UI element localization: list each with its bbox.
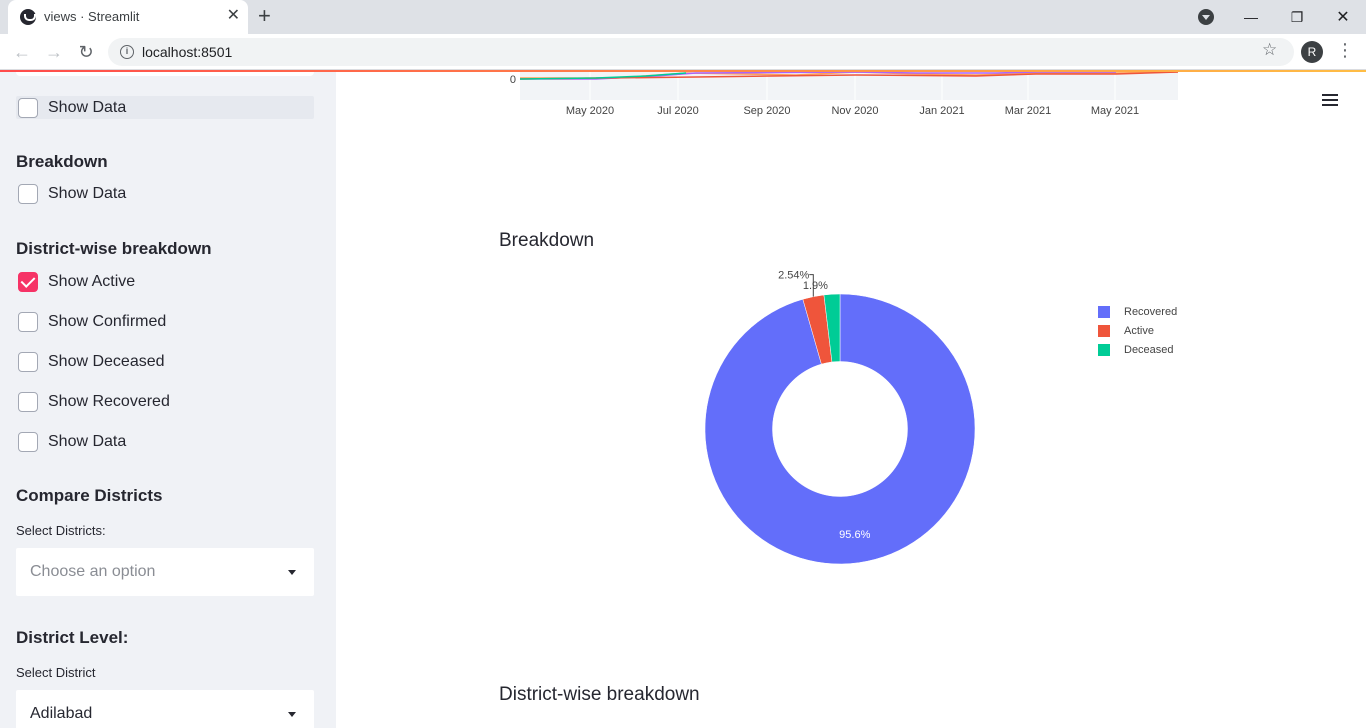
chevron-down-icon[interactable] <box>288 712 296 717</box>
checkbox-label: Show Recovered <box>48 393 170 410</box>
checkbox-box[interactable] <box>18 432 38 452</box>
browser-tab[interactable]: views · Streamlit ✕ <box>8 0 248 34</box>
select-district-label: Select District <box>16 665 96 680</box>
streamlit-favicon-icon <box>20 9 36 25</box>
site-info-icon[interactable]: i <box>120 45 134 59</box>
x-tick-label: Jan 2021 <box>919 105 964 117</box>
checkbox-show-data-top[interactable]: Show Data <box>16 96 314 119</box>
checkbox-box[interactable] <box>18 312 38 332</box>
browser-tab-strip: views · Streamlit ✕ + — ❐ ✕ <box>0 0 1366 34</box>
checkbox-label: Show Deceased <box>48 353 165 370</box>
legend-item-deceased[interactable]: Deceased <box>1098 340 1177 359</box>
checkbox-box[interactable] <box>18 352 38 372</box>
slice-label: 1.9% <box>803 280 828 292</box>
legend-label: Active <box>1124 324 1154 337</box>
x-tick-label: Nov 2020 <box>831 105 878 117</box>
plot-area <box>520 72 1178 100</box>
breakdown-title: Breakdown <box>499 230 595 251</box>
checkbox-label: Show Data <box>48 433 127 450</box>
reload-icon[interactable]: ↻ <box>74 40 98 64</box>
tab-title: views · Streamlit <box>44 9 140 24</box>
checkbox-checked-box[interactable] <box>18 272 38 292</box>
browser-toolbar: ← → ↻ i localhost:8501 <box>0 34 1366 70</box>
close-window-icon[interactable]: ✕ <box>1320 0 1366 34</box>
browser-menu-icon[interactable]: ⋮ <box>1336 40 1354 61</box>
checkbox-label: Show Active <box>48 273 136 290</box>
checkbox-box[interactable] <box>18 184 38 204</box>
select-placeholder: Choose an option <box>30 563 156 580</box>
sidebar-widget-edge <box>16 72 314 76</box>
chevron-down-icon[interactable] <box>288 570 296 575</box>
district-select[interactable]: Adilabad <box>16 690 314 728</box>
checkbox-show-recovered[interactable]: Show Recovered <box>16 390 170 414</box>
legend-swatch <box>1098 305 1110 318</box>
new-tab-icon[interactable]: + <box>258 5 271 27</box>
profile-avatar[interactable]: R <box>1301 41 1323 63</box>
checkbox-show-confirmed[interactable]: Show Confirmed <box>16 310 166 334</box>
legend-item-active[interactable]: Active <box>1098 321 1177 340</box>
checkbox-label: Show Confirmed <box>48 313 167 330</box>
checkbox-label: Show Data <box>48 185 127 202</box>
sidebar-heading-district-level: District Level: <box>16 628 129 647</box>
streamlit-app: Show Data Breakdown Show Data District-w… <box>0 70 1366 728</box>
sidebar-heading-breakdown: Breakdown <box>16 152 108 171</box>
url-text: localhost:8501 <box>142 44 233 60</box>
hamburger-menu-icon[interactable] <box>1322 94 1338 106</box>
legend-label: Recovered <box>1124 305 1178 318</box>
compare-districts-multiselect[interactable]: Choose an option <box>16 548 314 596</box>
x-tick-label: Sep 2020 <box>743 105 790 117</box>
y-tick-label: 0 <box>510 74 516 86</box>
select-value: Adilabad <box>30 705 93 722</box>
restore-icon[interactable]: ❐ <box>1274 0 1320 34</box>
x-axis-ticks: May 2020 Jul 2020 Sep 2020 Nov 2020 Jan 2021… <box>566 105 1139 117</box>
checkbox-box[interactable] <box>18 97 38 118</box>
checkbox-box[interactable] <box>18 392 38 412</box>
checkbox-breakdown-show-data[interactable]: Show Data <box>16 182 126 206</box>
x-tick-label: May 2020 <box>566 105 614 117</box>
minimize-icon[interactable]: — <box>1228 0 1274 34</box>
timeseries-chart: 0 May 2020 Jul 2020 Sep 2020 Nov 2020 Jan 20… <box>510 72 1179 117</box>
checkbox-label: Show Data <box>48 98 127 116</box>
checkbox-show-deceased[interactable]: Show Deceased <box>16 350 165 374</box>
main-content: 0 May 2020 Jul 2020 Sep 2020 Nov 2020 Jan 20… <box>336 72 1366 728</box>
tab-search-icon[interactable] <box>1198 9 1214 25</box>
bookmark-star-icon[interactable]: ☆ <box>1262 40 1277 60</box>
x-tick-label: Jul 2020 <box>657 105 699 117</box>
breakdown-donut-chart: 95.6%2.54%1.9% <box>704 270 976 565</box>
legend-label: Deceased <box>1124 343 1174 356</box>
back-icon[interactable]: ← <box>10 40 34 64</box>
legend-swatch <box>1098 343 1110 356</box>
slice-label: 95.6% <box>839 529 870 541</box>
sidebar-heading-district-wise: District-wise breakdown <box>16 239 212 258</box>
district-wise-title: District-wise breakdown <box>499 684 700 705</box>
forward-icon[interactable]: → <box>42 40 66 64</box>
legend-item-recovered[interactable]: Recovered <box>1098 302 1177 321</box>
checkbox-district-show-data[interactable]: Show Data <box>16 430 126 454</box>
sidebar: Show Data Breakdown Show Data District-w… <box>0 72 336 728</box>
x-tick-label: May 2021 <box>1091 105 1139 117</box>
sidebar-heading-compare: Compare Districts <box>16 486 163 505</box>
select-districts-label: Select Districts: <box>16 523 106 538</box>
address-bar[interactable]: i localhost:8501 <box>108 38 1294 66</box>
x-tick-label: Mar 2021 <box>1005 105 1051 117</box>
close-tab-icon[interactable]: ✕ <box>227 7 240 25</box>
legend-swatch <box>1098 324 1110 337</box>
checkbox-show-active[interactable]: Show Active <box>16 270 135 294</box>
chart-legend: Recovered Active Deceased <box>1098 302 1177 359</box>
